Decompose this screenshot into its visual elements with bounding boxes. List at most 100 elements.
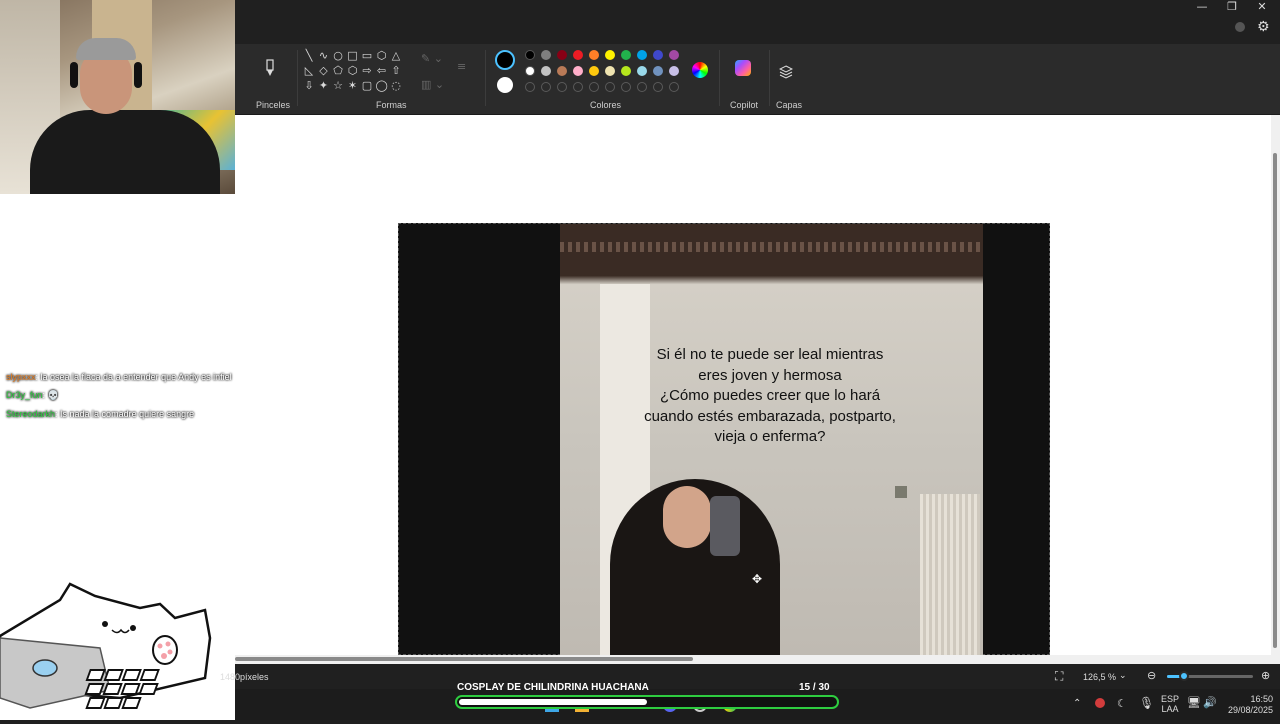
outline-icon[interactable]: ✎ ⌄: [421, 52, 443, 65]
tray-app-icon[interactable]: [1095, 698, 1105, 708]
shape-tool-4[interactable]: ▭: [361, 50, 373, 62]
shapes-gallery[interactable]: ╲ ∿ ○ □ ▭ ⬡ △ ◺ ◇ ⬠ ⬡ ⇨ ⇦ ⇧ ⇩ ✦ ☆ ✶ ▢ ◯ ◌: [303, 50, 405, 98]
volume-icon[interactable]: 🔊: [1203, 696, 1217, 709]
color-swatch[interactable]: [605, 66, 615, 76]
color-swatch[interactable]: [557, 66, 567, 76]
account-icon[interactable]: [1235, 22, 1245, 32]
custom-color-slot[interactable]: [621, 82, 631, 92]
shape-tool-12[interactable]: ⇦: [376, 65, 388, 77]
horizontal-scroll-thumb[interactable]: [235, 657, 693, 661]
gear-icon[interactable]: ⚙: [1257, 19, 1270, 35]
color-swatch[interactable]: [589, 50, 599, 60]
shape-tool-8[interactable]: ◇: [318, 65, 330, 77]
shape-tool-5[interactable]: ⬡: [376, 50, 388, 62]
color-swatch[interactable]: [573, 66, 583, 76]
chat-text: : Is nada la comadre quiere sangre: [55, 409, 195, 419]
caption-line: ¿Cómo puedes creer que lo hará: [659, 387, 881, 404]
minimize-button[interactable]: —: [1187, 0, 1217, 14]
wall-hook: [895, 486, 907, 498]
custom-color-slot[interactable]: [541, 82, 551, 92]
color-swatch[interactable]: [525, 50, 535, 60]
shape-tool-9[interactable]: ⬠: [332, 65, 344, 77]
chat-message: slypxxx: la osea la flaca da a entender …: [6, 372, 236, 382]
shape-tool-19[interactable]: ◯: [376, 80, 388, 92]
microphone-icon[interactable]: 🎙: [1139, 696, 1154, 710]
zoom-in-icon[interactable]: ⊕: [1261, 669, 1270, 682]
zoom-slider-track[interactable]: [1167, 671, 1253, 681]
divider: [485, 50, 486, 106]
clock[interactable]: 16:50 29/08/2025: [1225, 694, 1273, 716]
fit-to-window-icon[interactable]: ⛶: [1055, 669, 1063, 684]
custom-color-slot[interactable]: [573, 82, 583, 92]
color-swatch[interactable]: [605, 50, 615, 60]
tray-moon-icon[interactable]: ☾: [1117, 697, 1127, 710]
restore-button[interactable]: ❐: [1217, 0, 1247, 14]
brush-icon[interactable]: [263, 58, 277, 78]
shape-tool-15[interactable]: ✦: [318, 80, 330, 92]
close-button[interactable]: ✕: [1247, 0, 1277, 14]
shape-tool-17[interactable]: ✶: [347, 80, 359, 92]
zoom-level[interactable]: 126,5 %: [1083, 672, 1116, 682]
show-hidden-icons[interactable]: ⌃: [1073, 698, 1081, 709]
chat-username: Dr3y_fun: [6, 390, 43, 400]
shape-tool-18[interactable]: ▢: [361, 80, 373, 92]
color-swatch[interactable]: [541, 50, 551, 60]
shape-tool-13[interactable]: ⇧: [390, 65, 402, 77]
shape-tool-10[interactable]: ⬡: [347, 65, 359, 77]
color-swatch[interactable]: [525, 66, 535, 76]
color-swatch[interactable]: [541, 66, 551, 76]
shape-tool-11[interactable]: ⇨: [361, 65, 373, 77]
shape-tool-0[interactable]: ╲: [303, 50, 315, 62]
copilot-icon[interactable]: [735, 60, 751, 76]
custom-color-slot[interactable]: [525, 82, 535, 92]
headphone-right: [134, 62, 142, 88]
shape-tool-14[interactable]: ⇩: [303, 80, 315, 92]
shape-tool-16[interactable]: ☆: [332, 80, 344, 92]
color-picker-icon[interactable]: [692, 62, 708, 78]
zoom-out-icon[interactable]: ⊖: [1147, 669, 1156, 682]
custom-color-slot[interactable]: [557, 82, 567, 92]
custom-color-slot[interactable]: [605, 82, 615, 92]
primary-color[interactable]: [495, 50, 515, 70]
shape-tool-6[interactable]: △: [390, 50, 402, 62]
shape-tool-7[interactable]: ◺: [303, 65, 315, 77]
fill-icon[interactable]: ▥ ⌄: [421, 78, 444, 91]
custom-color-slot[interactable]: [653, 82, 663, 92]
color-swatch[interactable]: [621, 50, 631, 60]
divider: [297, 50, 298, 106]
color-swatch[interactable]: [669, 50, 679, 60]
network-icon[interactable]: 🖥: [1187, 696, 1201, 709]
shape-tool-2[interactable]: ○: [332, 50, 344, 62]
goal-count: 15 / 30: [799, 682, 830, 693]
vertical-scroll-thumb[interactable]: [1273, 153, 1277, 648]
color-swatch[interactable]: [589, 66, 599, 76]
color-swatch[interactable]: [653, 66, 663, 76]
custom-color-slot[interactable]: [589, 82, 599, 92]
shape-tool-20[interactable]: ◌: [390, 80, 402, 92]
secondary-color[interactable]: [497, 77, 513, 93]
color-swatch[interactable]: [621, 66, 631, 76]
layers-icon[interactable]: [778, 64, 794, 83]
color-swatch[interactable]: [637, 50, 647, 60]
shape-tool-1[interactable]: ∿: [318, 50, 330, 62]
group-label-layers: Capas: [776, 100, 803, 110]
color-swatch[interactable]: [573, 50, 583, 60]
color-swatch[interactable]: [653, 50, 663, 60]
divider: [769, 50, 770, 106]
input-language[interactable]: ESP LAA: [1161, 694, 1179, 714]
vertical-scrollbar[interactable]: [1271, 115, 1280, 655]
color-swatch[interactable]: [669, 66, 679, 76]
zoom-slider-thumb[interactable]: [1179, 671, 1189, 681]
color-swatch[interactable]: [637, 66, 647, 76]
size-icon[interactable]: ≡: [457, 60, 466, 73]
zoom-dropdown-icon[interactable]: ⌄: [1119, 670, 1127, 681]
shape-tool-3[interactable]: □: [347, 50, 359, 62]
chat-message: Dr3y_fun: 💀: [6, 390, 236, 401]
horizontal-scrollbar[interactable]: [235, 655, 1280, 664]
color-palette[interactable]: [525, 50, 685, 100]
caption-line: Si él no te puede ser leal mientras: [656, 346, 884, 363]
color-swatch[interactable]: [557, 50, 567, 60]
custom-color-slot[interactable]: [637, 82, 647, 92]
chat-overlay: slypxxx: la osea la flaca da a entender …: [6, 372, 236, 427]
custom-color-slot[interactable]: [669, 82, 679, 92]
